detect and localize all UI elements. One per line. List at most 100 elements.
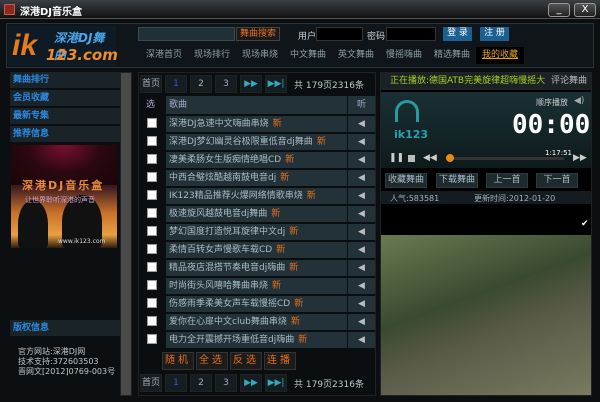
username-input[interactable] [316, 27, 363, 41]
nav-tab[interactable]: 精选舞曲 [428, 47, 476, 64]
next-page-icon[interactable]: ▶▶ [240, 75, 262, 93]
select-checkbox[interactable] [147, 298, 157, 308]
download-song-button[interactable]: 下载舞曲 [436, 173, 478, 188]
select-checkbox[interactable] [147, 334, 157, 344]
nav-tab[interactable]: 现场串烧 [236, 47, 284, 64]
copyright-heading: 版权信息 [10, 320, 120, 337]
song-link[interactable]: 柔情百转女声慢歌车载CD 新 [166, 242, 347, 258]
listen-speaker-icon[interactable]: ◀ [348, 152, 375, 168]
minimize-button[interactable]: _ [548, 3, 570, 17]
listen-speaker-icon[interactable]: ◀ [348, 314, 375, 330]
page-2[interactable]: 2 [190, 374, 212, 392]
col-song: 歌曲 [166, 96, 347, 114]
select-checkbox[interactable] [147, 136, 157, 146]
song-link[interactable]: 极速旋风越鼓电音dj舞曲新 [166, 206, 347, 222]
play-continuous-button[interactable]: 连播 [264, 352, 296, 370]
new-badge: 新 [298, 335, 308, 345]
song-link[interactable]: 深港DJ梦幻幽灵谷极限重低音dj舞曲新 [166, 134, 347, 150]
close-button[interactable]: X [574, 3, 596, 17]
comment-link[interactable]: 评论舞曲 [551, 76, 587, 86]
song-link[interactable]: 精品夜店混搭节奏电音dj嗨曲新 [166, 260, 347, 276]
select-checkbox[interactable] [147, 262, 157, 272]
page-3[interactable]: 3 [215, 374, 237, 392]
sidebar-item-ranking[interactable]: 舞曲排行 [10, 72, 120, 89]
sidebar-item-albums[interactable]: 最新专集 [10, 108, 120, 125]
listen-speaker-icon[interactable]: ◀ [348, 134, 375, 150]
page-1[interactable]: 1 [165, 75, 187, 93]
listen-speaker-icon[interactable]: ◀ [348, 260, 375, 276]
last-page-icon[interactable]: ▶▶| [265, 75, 287, 93]
listen-speaker-icon[interactable]: ◀ [348, 242, 375, 258]
app-icon [4, 4, 15, 15]
favorite-song-button[interactable]: 收藏舞曲 [385, 173, 427, 188]
register-button[interactable]: 注 册 [480, 27, 509, 41]
song-link[interactable]: 凄美柔肠女生版痴情绝唱CD 新 [166, 152, 347, 168]
previous-button[interactable]: 上一首 [486, 173, 528, 188]
listen-speaker-icon[interactable]: ◀ [348, 278, 375, 294]
first-page-button[interactable]: 首页 [140, 374, 162, 392]
listen-speaker-icon[interactable]: ◀ [348, 206, 375, 222]
progress-bar[interactable] [446, 157, 564, 160]
listen-speaker-icon[interactable]: ◀ [348, 224, 375, 240]
logo[interactable]: ik 深港DJ舞曲 123.com [8, 26, 118, 66]
password-input[interactable] [386, 27, 436, 41]
song-title: 柔情百转女声慢歌车载CD [169, 245, 273, 255]
sidebar-item-favorites[interactable]: 会员收藏 [10, 90, 120, 107]
forward-icon[interactable]: ▶▶ [573, 153, 587, 163]
select-checkbox[interactable] [147, 316, 157, 326]
select-checkbox[interactable] [147, 280, 157, 290]
page-3[interactable]: 3 [215, 75, 237, 93]
listen-speaker-icon[interactable]: ◀ [348, 332, 375, 348]
dancer-silhouette [18, 200, 48, 248]
listen-speaker-icon[interactable]: ◀ [348, 116, 375, 132]
select-checkbox[interactable] [147, 208, 157, 218]
select-checkbox[interactable] [147, 226, 157, 236]
search-button[interactable]: 舞曲搜索 [236, 27, 280, 41]
check-icon[interactable]: ✔ [581, 219, 589, 229]
song-link[interactable]: 梦幻国度打造悦耳旋律中文dj 新 [166, 224, 347, 240]
volume-icon[interactable]: ◀) [574, 96, 584, 106]
song-link[interactable]: 伤感雨季柔美女声车载慢摇CD 新 [166, 296, 347, 312]
nav-tab[interactable]: 中文舞曲 [284, 47, 332, 64]
page-2[interactable]: 2 [190, 75, 212, 93]
nav-tab[interactable]: 慢摇嗨曲 [380, 47, 428, 64]
progress-handle[interactable] [446, 154, 454, 162]
select-checkbox[interactable] [147, 154, 157, 164]
song-link[interactable]: 中西合璧炫酷越南鼓电音dj 新 [166, 170, 347, 186]
new-badge: 新 [290, 317, 300, 327]
song-link[interactable]: 爱你在心扉中文club舞曲串烧新 [166, 314, 347, 330]
select-checkbox[interactable] [147, 118, 157, 128]
col-select: 选 [146, 100, 156, 110]
pause-icon[interactable]: ❚❚ [389, 153, 404, 163]
stop-icon[interactable] [408, 155, 415, 162]
play-mode[interactable]: 顺序播放 [536, 97, 568, 108]
nav-tab[interactable]: 现场排行 [188, 47, 236, 64]
song-link[interactable]: IK123精品推荐火爆网络情歌串烧新 [166, 188, 347, 204]
first-page-button[interactable]: 首页 [140, 75, 162, 93]
listen-speaker-icon[interactable]: ◀ [348, 188, 375, 204]
select-all-button[interactable]: 全选 [196, 352, 228, 370]
select-checkbox[interactable] [147, 172, 157, 182]
nav-tab[interactable]: 英文舞曲 [332, 47, 380, 64]
song-link[interactable]: 深港DJ急速中文嗨曲串烧新 [166, 116, 347, 132]
invert-select-button[interactable]: 反选 [230, 352, 262, 370]
random-button[interactable]: 随机 [162, 352, 194, 370]
sidebar-scrollbar[interactable] [120, 72, 132, 396]
song-title: 极速旋风越鼓电音dj舞曲 [169, 209, 268, 219]
song-link[interactable]: 电力全开震撼开场重低音dj嗨曲新 [166, 332, 347, 348]
song-link[interactable]: 时尚街头风嘻哈舞曲串烧新 [166, 278, 347, 294]
last-page-icon[interactable]: ▶▶| [265, 374, 287, 392]
next-button[interactable]: 下一首 [536, 173, 578, 188]
page-1[interactable]: 1 [165, 374, 187, 392]
select-checkbox[interactable] [147, 190, 157, 200]
login-button[interactable]: 登 录 [443, 27, 472, 41]
nav-tab[interactable]: 深港首页 [140, 47, 188, 64]
next-page-icon[interactable]: ▶▶ [240, 374, 262, 392]
listen-speaker-icon[interactable]: ◀ [348, 170, 375, 186]
rewind-icon[interactable]: ◀◀ [423, 153, 437, 163]
select-checkbox[interactable] [147, 244, 157, 254]
listen-speaker-icon[interactable]: ◀ [348, 296, 375, 312]
video-frame[interactable] [381, 235, 591, 395]
nav-tab[interactable]: 我的收藏 [476, 47, 524, 64]
search-input[interactable] [138, 27, 235, 41]
